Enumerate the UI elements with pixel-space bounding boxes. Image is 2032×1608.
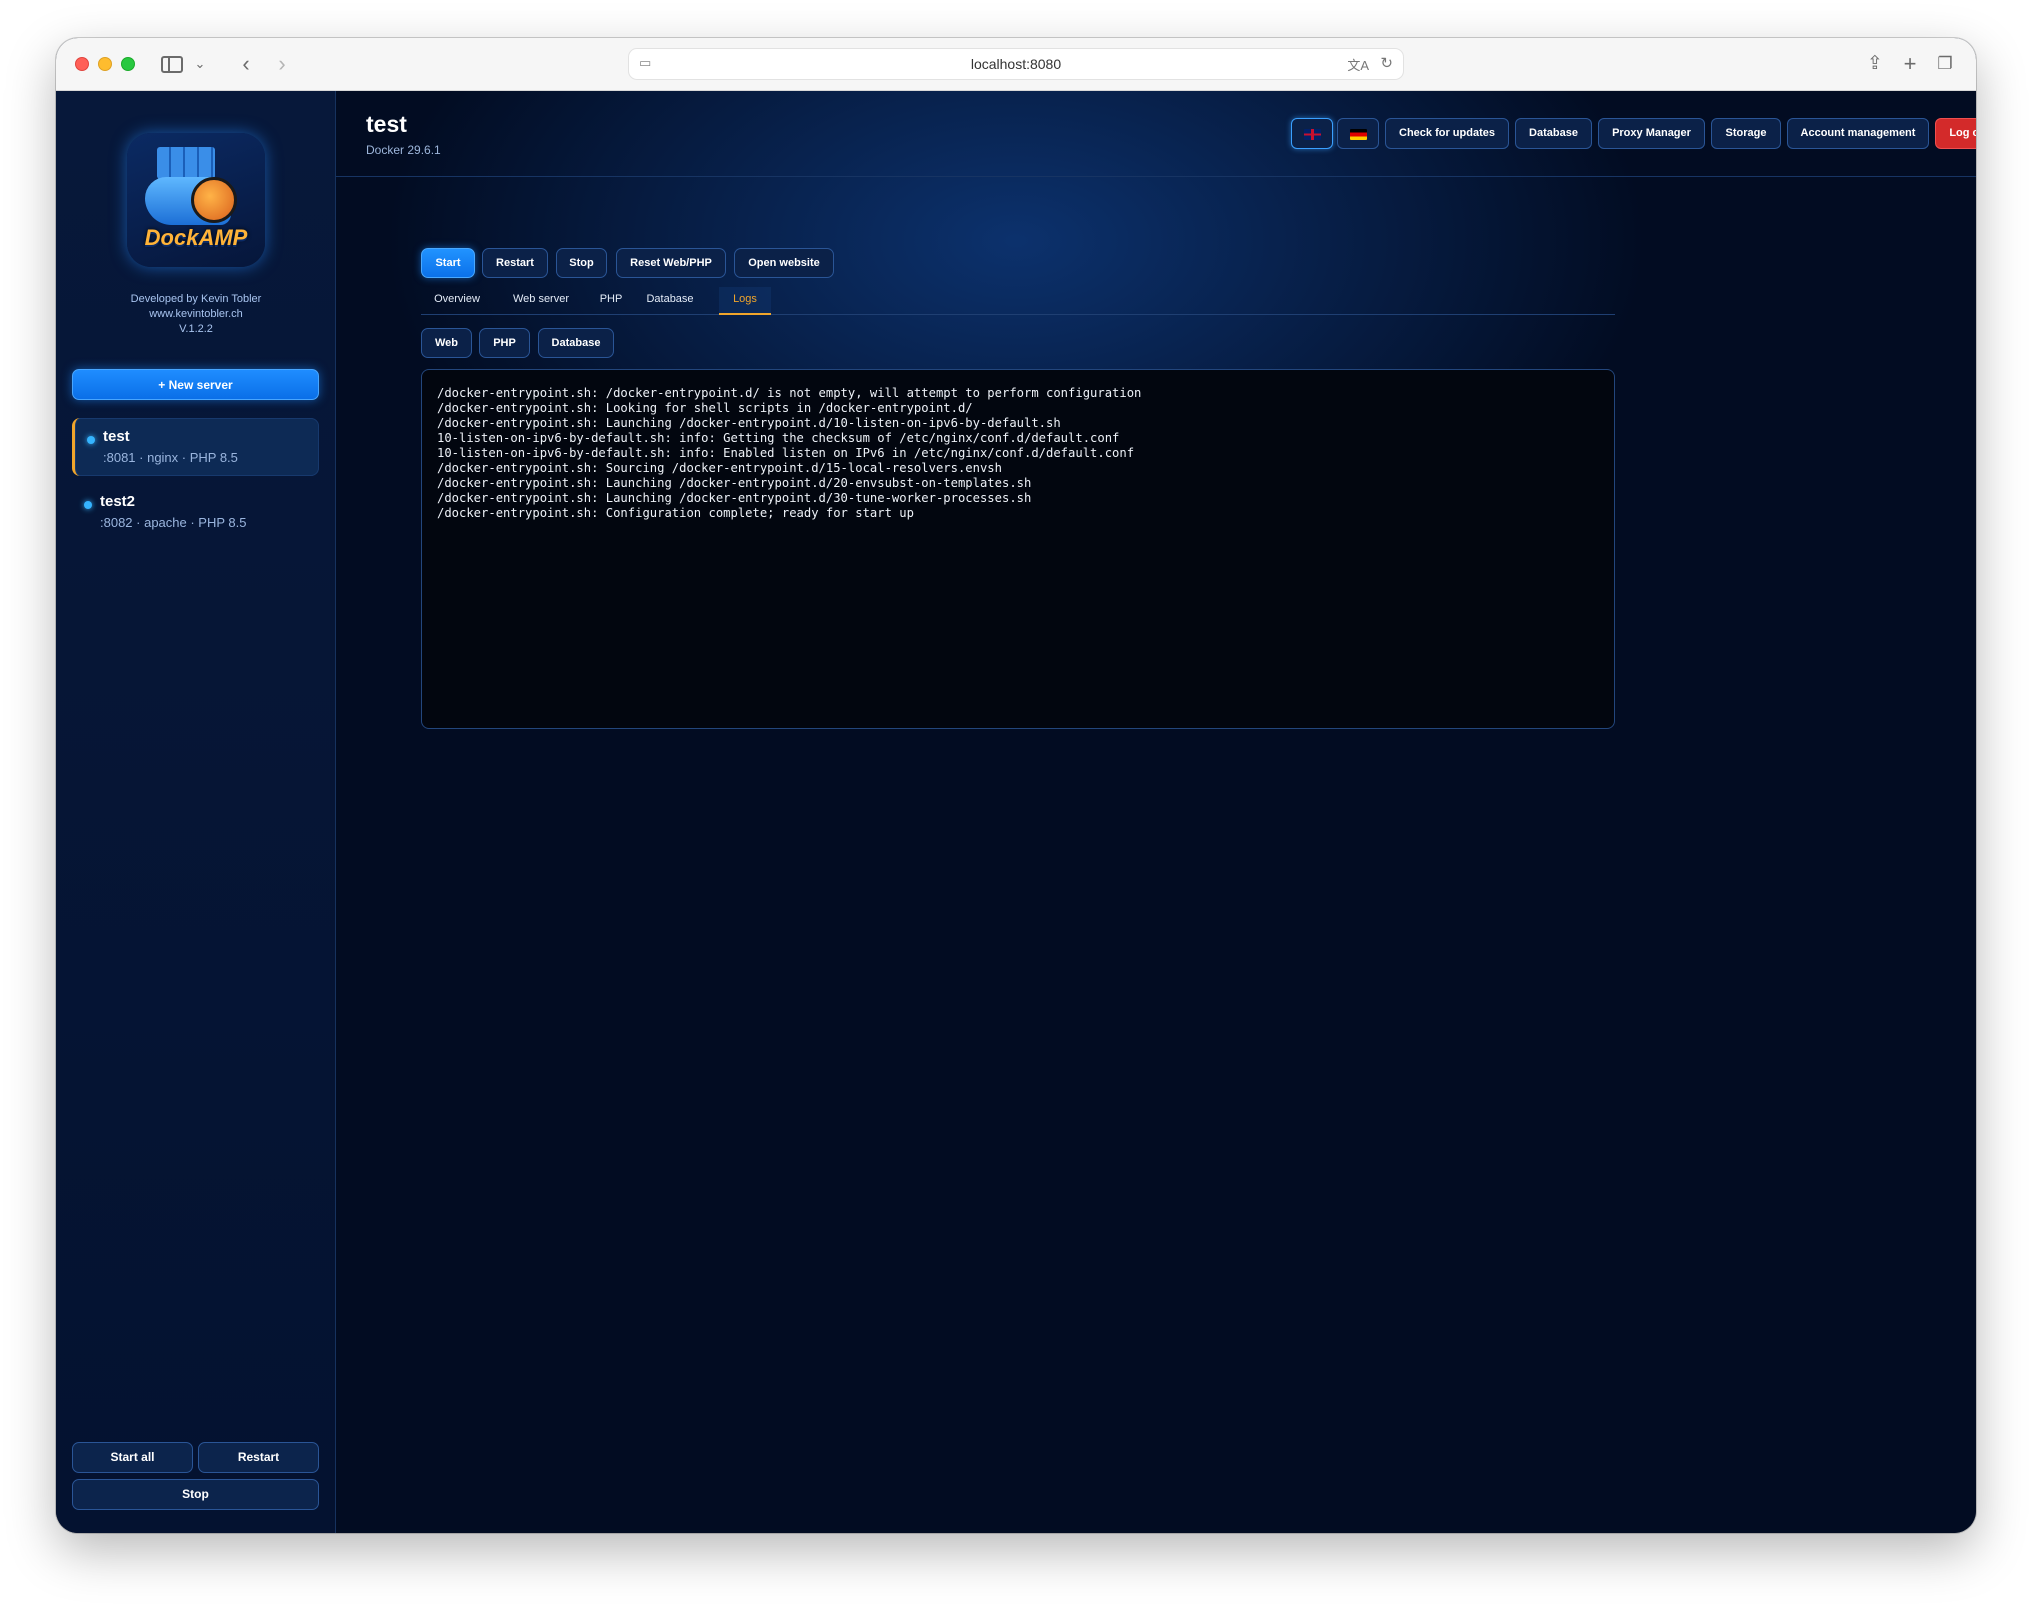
server-name: test bbox=[103, 428, 130, 445]
restart-button[interactable]: Restart bbox=[482, 248, 548, 278]
app-logo: DockAMP bbox=[127, 133, 265, 267]
status-dot bbox=[84, 501, 92, 509]
translate-icon[interactable]: 文A bbox=[1347, 55, 1369, 74]
log-line: /docker-entrypoint.sh: Looking for shell… bbox=[437, 401, 973, 415]
tab-database[interactable]: Database bbox=[637, 287, 703, 315]
check-updates-button[interactable]: Check for updates bbox=[1385, 118, 1509, 149]
log-output-panel[interactable]: /docker-entrypoint.sh: /docker-entrypoin… bbox=[421, 369, 1615, 729]
zoom-window-button[interactable] bbox=[121, 57, 135, 71]
language-en-button[interactable] bbox=[1291, 118, 1333, 149]
new-tab-icon[interactable]: + bbox=[1899, 52, 1921, 76]
container-boxes-graphic bbox=[157, 147, 215, 179]
tab-overview[interactable]: Overview bbox=[421, 287, 493, 315]
app-root: DockAMP Developed by Kevin Tobler www.ke… bbox=[56, 91, 1976, 1533]
new-server-button[interactable]: + New server bbox=[72, 369, 319, 400]
minimize-window-button[interactable] bbox=[98, 57, 112, 71]
open-website-button[interactable]: Open website bbox=[734, 248, 834, 278]
log-line: /docker-entrypoint.sh: /docker-entrypoin… bbox=[437, 386, 1142, 400]
proxy-manager-button[interactable]: Proxy Manager bbox=[1598, 118, 1705, 149]
log-line: /docker-entrypoint.sh: Launching /docker… bbox=[437, 476, 1032, 490]
logout-button[interactable]: Log out bbox=[1935, 118, 1976, 149]
tabs-overview-icon[interactable]: ❐ bbox=[1934, 52, 1956, 76]
forward-icon[interactable]: › bbox=[270, 52, 294, 76]
start-all-button[interactable]: Start all bbox=[72, 1442, 193, 1473]
url-text: localhost:8080 bbox=[970, 56, 1062, 72]
browser-toolbar: ⌄ ‹ › ▭ localhost:8080 文A ↻ ⇪ + ❐ bbox=[56, 38, 1976, 91]
globe-icon bbox=[191, 177, 237, 223]
server-list-item[interactable]: test :8081 · nginx · PHP 8.5 bbox=[72, 418, 319, 476]
log-line: /docker-entrypoint.sh: Sourcing /docker-… bbox=[437, 461, 1002, 475]
reload-icon[interactable]: ↻ bbox=[1380, 54, 1393, 72]
detail-tabs: Overview Web server PHP Database Logs bbox=[421, 287, 1615, 315]
tab-web-server[interactable]: Web server bbox=[497, 287, 585, 315]
database-button[interactable]: Database bbox=[1515, 118, 1592, 149]
reset-web-php-button[interactable]: Reset Web/PHP bbox=[616, 248, 726, 278]
german-flag-icon bbox=[1350, 129, 1367, 140]
status-dot bbox=[87, 436, 95, 444]
tab-php[interactable]: PHP bbox=[589, 287, 633, 315]
app-version: V.1.2.2 bbox=[179, 323, 213, 335]
log-source-php-button[interactable]: PHP bbox=[479, 328, 530, 358]
docker-version: Docker 29.6.1 bbox=[366, 143, 441, 157]
sidebar: DockAMP Developed by Kevin Tobler www.ke… bbox=[56, 91, 336, 1533]
restart-all-button[interactable]: Restart bbox=[198, 1442, 319, 1473]
chevron-down-icon[interactable]: ⌄ bbox=[190, 52, 210, 76]
stop-all-button[interactable]: Stop bbox=[72, 1479, 319, 1510]
developer-website-link[interactable]: www.kevintobler.ch bbox=[56, 307, 336, 322]
close-window-button[interactable] bbox=[75, 57, 89, 71]
language-de-button[interactable] bbox=[1337, 118, 1379, 149]
developer-credit: Developed by Kevin Tobler bbox=[130, 293, 262, 305]
start-button[interactable]: Start bbox=[421, 248, 475, 278]
log-line: /docker-entrypoint.sh: Launching /docker… bbox=[437, 416, 1061, 430]
server-meta: :8082 · apache · PHP 8.5 bbox=[100, 515, 247, 530]
server-meta: :8081 · nginx · PHP 8.5 bbox=[103, 450, 238, 465]
stop-button[interactable]: Stop bbox=[556, 248, 607, 278]
log-source-web-button[interactable]: Web bbox=[421, 328, 472, 358]
log-line: /docker-entrypoint.sh: Launching /docker… bbox=[437, 491, 1032, 505]
server-list-item[interactable]: test2 :8082 · apache · PHP 8.5 bbox=[72, 483, 319, 541]
log-source-database-button[interactable]: Database bbox=[538, 328, 614, 358]
logo-text: DockAMP bbox=[144, 225, 248, 250]
account-management-button[interactable]: Account management bbox=[1787, 118, 1929, 149]
sidebar-toggle-icon[interactable] bbox=[161, 56, 183, 73]
page-title: test bbox=[366, 111, 407, 137]
back-icon[interactable]: ‹ bbox=[234, 52, 258, 76]
storage-button[interactable]: Storage bbox=[1711, 118, 1781, 149]
log-line: 10-listen-on-ipv6-by-default.sh: info: E… bbox=[437, 446, 1135, 460]
tab-logs[interactable]: Logs bbox=[719, 287, 771, 315]
main-header: test Docker 29.6.1 Check for updates Dat… bbox=[336, 91, 1976, 177]
share-icon[interactable]: ⇪ bbox=[1864, 52, 1886, 76]
log-line: 10-listen-on-ipv6-by-default.sh: info: G… bbox=[437, 431, 1120, 445]
uk-flag-icon bbox=[1304, 129, 1321, 140]
server-name: test2 bbox=[100, 493, 136, 510]
log-line: /docker-entrypoint.sh: Configuration com… bbox=[437, 506, 914, 520]
address-bar[interactable]: ▭ localhost:8080 文A ↻ bbox=[628, 48, 1404, 80]
browser-window: ⌄ ‹ › ▭ localhost:8080 文A ↻ ⇪ + ❐ DockAM… bbox=[56, 38, 1976, 1533]
